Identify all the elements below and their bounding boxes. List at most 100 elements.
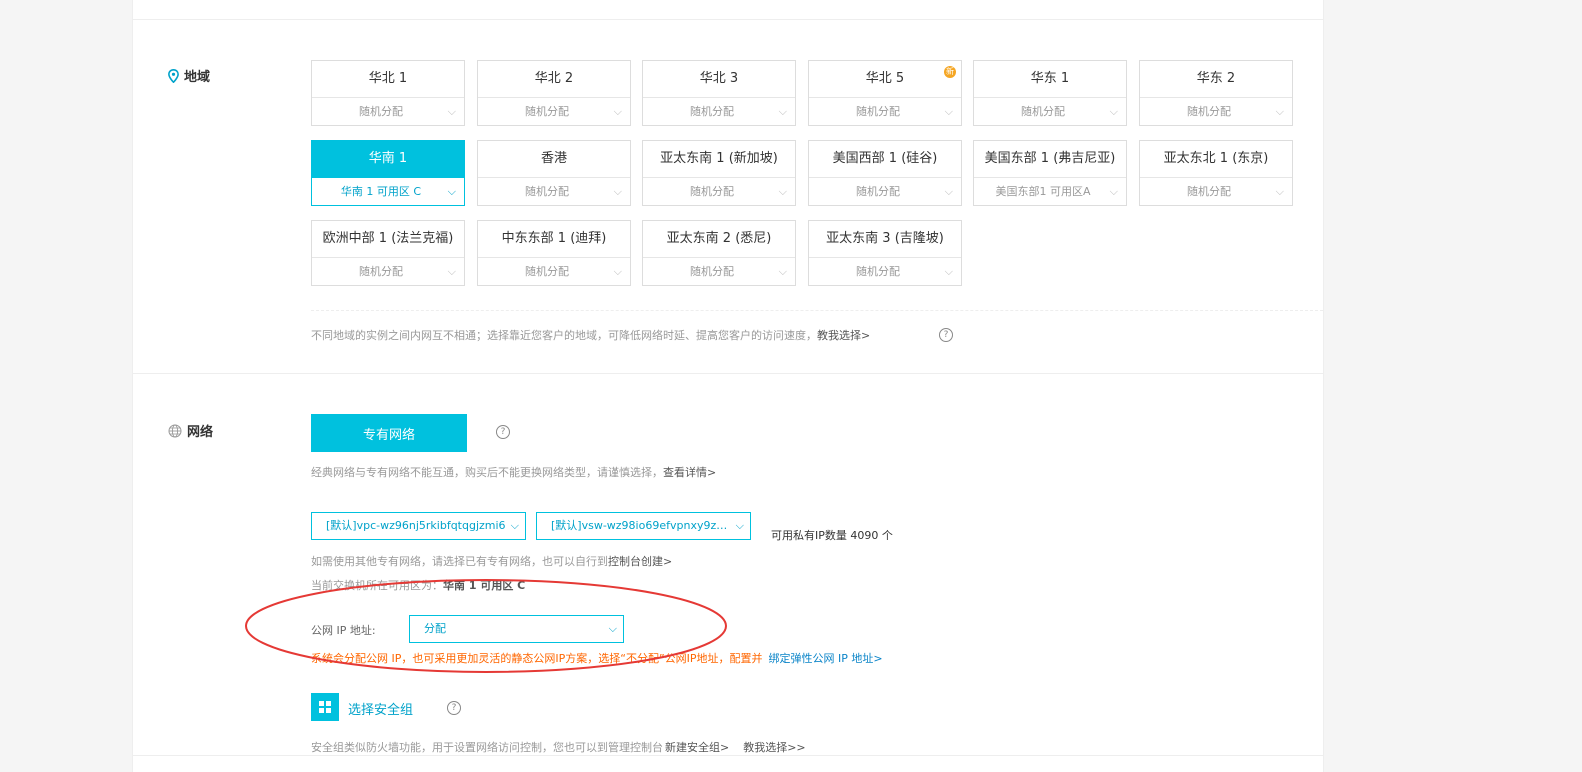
region-name: 美国西部 1 (硅谷) <box>809 141 961 178</box>
region-name: 美国东部 1 (弗吉尼亚) <box>974 141 1126 178</box>
chevron-down-icon: ⌵ <box>447 185 456 198</box>
zone-value: 随机分配 <box>525 105 569 118</box>
region-name: 香港 <box>478 141 630 178</box>
security-group-help-link[interactable]: 教我选择>> <box>743 741 805 754</box>
vpc-select[interactable]: [默认]vpc-wz96nj5rkibfqtqgjzmi6 ⌵ <box>311 512 526 540</box>
region-card[interactable]: 华南 1 华南 1 可用区 C ⌵ <box>311 140 465 206</box>
region-card[interactable]: 华北 2 随机分配 ⌵ <box>477 60 631 126</box>
region-card[interactable]: 美国东部 1 (弗吉尼亚) 美国东部1 可用区A ⌵ <box>973 140 1127 206</box>
chevron-down-icon: ⌵ <box>1275 185 1284 198</box>
chevron-down-icon: ⌵ <box>944 185 953 198</box>
vpc-button[interactable]: 专有网络 <box>311 414 467 452</box>
new-badge-icon: 新 <box>944 66 956 78</box>
chevron-down-icon: ⌵ <box>510 519 519 532</box>
divider <box>133 755 1323 756</box>
region-card[interactable]: 亚太东北 1 (东京) 随机分配 ⌵ <box>1139 140 1293 206</box>
zone-select[interactable]: 美国东部1 可用区A ⌵ <box>974 178 1126 206</box>
region-name: 华北 1 <box>312 61 464 98</box>
zone-select[interactable]: 随机分配 ⌵ <box>643 258 795 286</box>
zone-value: 随机分配 <box>359 105 403 118</box>
help-icon[interactable]: ? <box>447 701 461 715</box>
region-card[interactable]: 华北 3 随机分配 ⌵ <box>642 60 796 126</box>
zone-value: 华南 1 可用区 C <box>340 185 422 198</box>
region-card[interactable]: 亚太东南 2 (悉尼) 随机分配 ⌵ <box>642 220 796 286</box>
zone-value: 随机分配 <box>690 185 734 198</box>
new-security-group-link[interactable]: 新建安全组> <box>665 741 729 754</box>
region-card[interactable]: 华东 2 随机分配 ⌵ <box>1139 60 1293 126</box>
region-card[interactable]: 亚太东南 1 (新加坡) 随机分配 ⌵ <box>642 140 796 206</box>
zone-select[interactable]: 随机分配 ⌵ <box>312 258 464 286</box>
zone-value: 随机分配 <box>359 265 403 278</box>
region-name: 华东 1 <box>974 61 1126 98</box>
zone-select[interactable]: 随机分配 ⌵ <box>809 258 961 286</box>
region-name: 华东 2 <box>1140 61 1292 98</box>
security-group-title[interactable]: 选择安全组 <box>348 699 413 718</box>
divider <box>133 19 1323 20</box>
public-ip-label: 公网 IP 地址: <box>311 624 376 637</box>
zone-select[interactable]: 随机分配 ⌵ <box>1140 178 1292 206</box>
grid-icon <box>311 693 339 721</box>
region-note: 不同地域的实例之间内网互不相通；选择靠近您客户的地域，可降低网络时延、提高您客户… <box>311 329 871 342</box>
region-card[interactable]: 亚太东南 3 (吉隆坡) 随机分配 ⌵ <box>808 220 962 286</box>
region-name: 欧洲中部 1 (法兰克福) <box>312 221 464 258</box>
zone-select[interactable]: 随机分配 ⌵ <box>1140 98 1292 126</box>
region-card[interactable]: 中东东部 1 (迪拜) 随机分配 ⌵ <box>477 220 631 286</box>
chevron-down-icon: ⌵ <box>613 265 622 278</box>
zone-select[interactable]: 随机分配 ⌵ <box>312 98 464 126</box>
zone-select[interactable]: 华南 1 可用区 C ⌵ <box>312 178 464 206</box>
public-ip-select[interactable]: 分配 ⌵ <box>409 615 624 643</box>
region-name: 华南 1 <box>312 141 464 178</box>
chevron-down-icon: ⌵ <box>447 105 456 118</box>
region-name: 华北 3 <box>643 61 795 98</box>
zone-value: 随机分配 <box>1187 105 1231 118</box>
region-section-label: 地域 <box>168 66 210 85</box>
zone-value: 美国东部1 可用区A <box>995 185 1091 198</box>
zone-select[interactable]: 随机分配 ⌵ <box>478 98 630 126</box>
zone-value: 随机分配 <box>856 185 900 198</box>
chevron-down-icon: ⌵ <box>613 185 622 198</box>
public-ip-warning: 系统会分配公网 IP，也可采用更加灵活的静态公网IP方案，选择“不分配”公网IP… <box>311 652 883 665</box>
help-icon[interactable]: ? <box>496 425 510 439</box>
region-card[interactable]: 华东 1 随机分配 ⌵ <box>973 60 1127 126</box>
zone-value: 随机分配 <box>856 105 900 118</box>
bind-eip-link[interactable]: 绑定弹性公网 IP 地址> <box>769 652 883 665</box>
region-card[interactable]: 华北 5 随机分配 ⌵ 新 <box>808 60 962 126</box>
network-note: 经典网络与专有网络不能互通，购买后不能更换网络类型，请谨慎选择，查看详情> <box>311 466 717 479</box>
zone-value: 随机分配 <box>690 105 734 118</box>
region-card[interactable]: 美国西部 1 (硅谷) 随机分配 ⌵ <box>808 140 962 206</box>
zone-select[interactable]: 随机分配 ⌵ <box>809 98 961 126</box>
region-name: 亚太东北 1 (东京) <box>1140 141 1292 178</box>
region-card[interactable]: 华北 1 随机分配 ⌵ <box>311 60 465 126</box>
zone-select[interactable]: 随机分配 ⌵ <box>974 98 1126 126</box>
network-section-label: 网络 <box>168 421 213 440</box>
chevron-down-icon: ⌵ <box>1109 185 1118 198</box>
zone-select[interactable]: 随机分配 ⌵ <box>643 98 795 126</box>
chevron-down-icon: ⌵ <box>944 265 953 278</box>
help-icon[interactable]: ? <box>939 328 953 342</box>
region-label: 地域 <box>184 70 211 85</box>
globe-icon <box>168 424 182 437</box>
zone-value: 随机分配 <box>525 265 569 278</box>
chevron-down-icon: ⌵ <box>735 519 744 532</box>
region-card[interactable]: 欧洲中部 1 (法兰克福) 随机分配 ⌵ <box>311 220 465 286</box>
vswitch-select[interactable]: [默认]vsw-wz98io69efvpnxy9ze... ⌵ <box>536 512 751 540</box>
region-name: 亚太东南 3 (吉隆坡) <box>809 221 961 258</box>
console-create-link[interactable]: 控制台创建> <box>608 555 672 568</box>
zone-value: 华南 1 可用区 C <box>443 579 526 592</box>
zone-value: 随机分配 <box>856 265 900 278</box>
zone-select[interactable]: 随机分配 ⌵ <box>809 178 961 206</box>
zone-select[interactable]: 随机分配 ⌵ <box>478 178 630 206</box>
network-details-link[interactable]: 查看详情> <box>663 466 716 479</box>
chevron-down-icon: ⌵ <box>608 622 617 635</box>
chevron-down-icon: ⌵ <box>447 265 456 278</box>
chevron-down-icon: ⌵ <box>778 105 787 118</box>
region-card[interactable]: 香港 随机分配 ⌵ <box>477 140 631 206</box>
divider <box>133 373 1323 374</box>
chevron-down-icon: ⌵ <box>778 185 787 198</box>
region-name: 亚太东南 2 (悉尼) <box>643 221 795 258</box>
zone-select[interactable]: 随机分配 ⌵ <box>478 258 630 286</box>
network-label: 网络 <box>187 425 214 440</box>
zone-select[interactable]: 随机分配 ⌵ <box>643 178 795 206</box>
region-help-link[interactable]: 教我选择> <box>817 329 870 342</box>
zone-value: 随机分配 <box>1187 185 1231 198</box>
